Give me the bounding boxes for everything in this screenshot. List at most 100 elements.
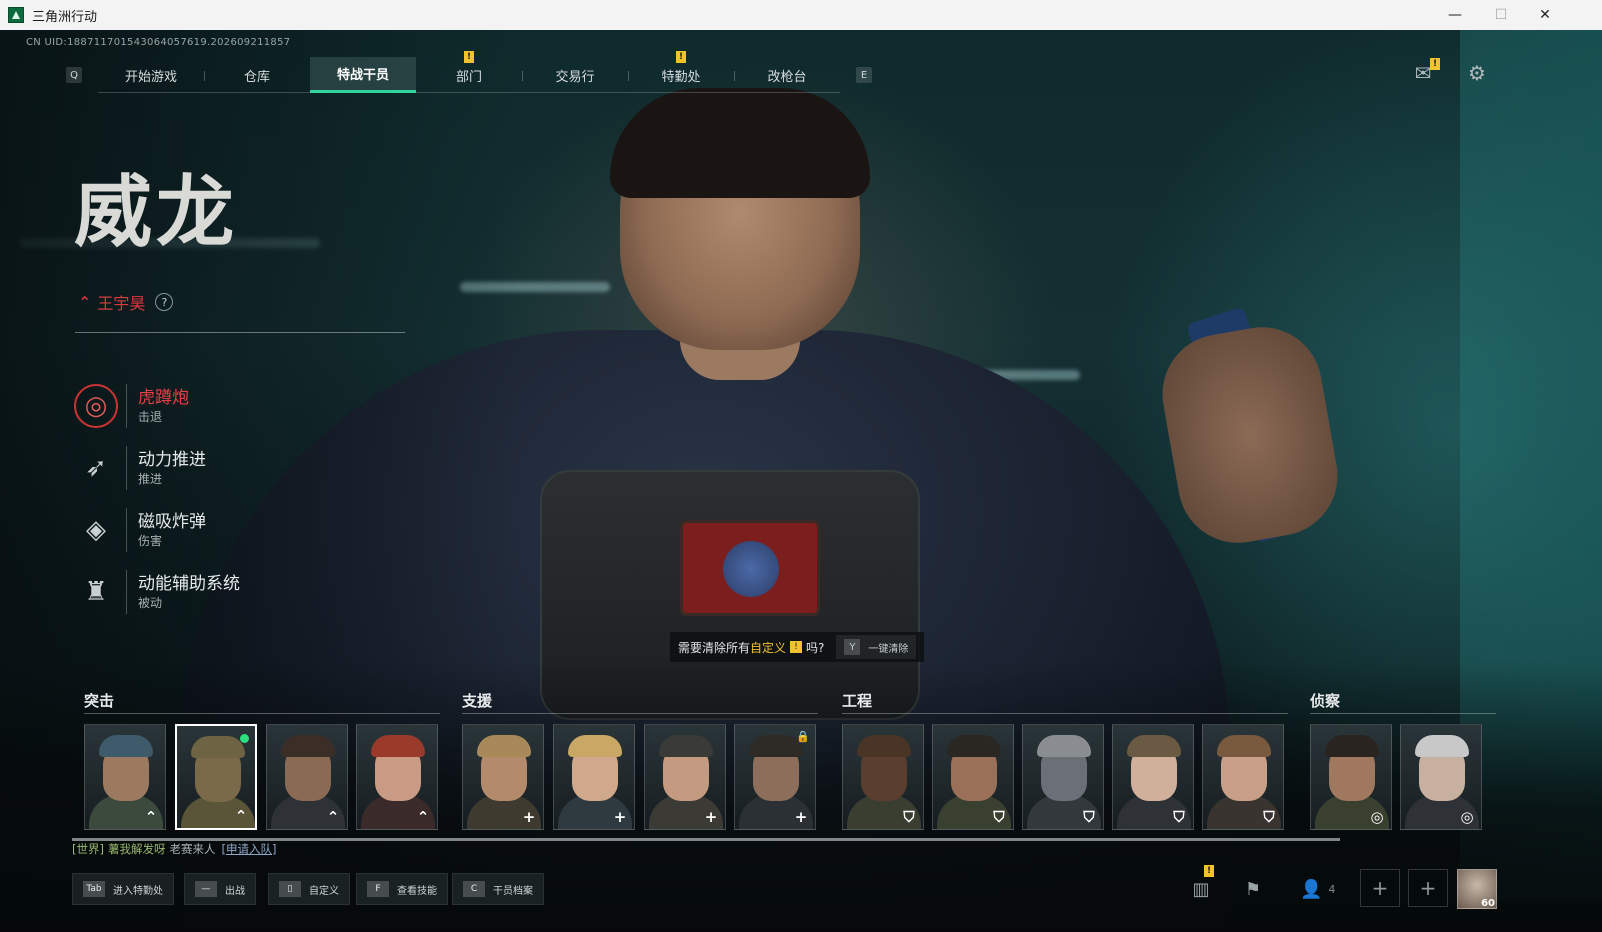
operator-card[interactable]: ⌃ (356, 724, 438, 830)
tab-label: 仓库 (243, 69, 270, 85)
tab-gunsmith[interactable]: 改枪台 (734, 57, 840, 93)
deploy-button[interactable]: — 出战 (184, 873, 256, 905)
key-hint: ▯ (279, 881, 301, 897)
operator-card[interactable]: ◎ (1310, 724, 1392, 830)
operator-card-selected[interactable]: ⌃ (175, 724, 257, 830)
window-title: 三角洲行动 (32, 9, 98, 25)
rank-chevron-icon: ⌃ (78, 292, 92, 312)
operator-card[interactable]: ◎ (1400, 724, 1482, 830)
bar-chart-icon: ▥ (1192, 878, 1210, 900)
portrait-hair (281, 735, 335, 757)
skill-divider (126, 384, 127, 428)
operator-card[interactable]: ⛉ (842, 724, 924, 830)
skill-mortar[interactable]: ◎ 虎蹲炮 击退 (74, 380, 189, 432)
button-label: 进入特勤处 (113, 885, 163, 897)
skill-text: 动力推进 推进 (138, 449, 206, 487)
maximize-button[interactable]: ☐ (1478, 0, 1524, 30)
chat-user[interactable]: 薯我解发呀 (108, 841, 166, 857)
join-squad-link[interactable]: [申请入队] (221, 841, 276, 857)
tab-department[interactable]: 部门! (416, 51, 522, 93)
player-avatar[interactable]: 60 (1457, 869, 1497, 909)
tab-warehouse[interactable]: 仓库 (204, 57, 310, 93)
view-skills-button[interactable]: F 查看技能 (356, 873, 448, 905)
mortar-icon: ◎ (74, 384, 118, 428)
tab-operators[interactable]: 特战干员 (310, 57, 416, 93)
category-line (84, 713, 440, 714)
operator-card[interactable]: ⌃ (266, 724, 348, 830)
operator-card[interactable]: ⛉ (932, 724, 1014, 830)
squad-slot-add[interactable]: + (1408, 869, 1448, 907)
key-hint: C (463, 881, 485, 897)
window-titlebar: 三角洲行动 — ☐ ✕ (0, 0, 1602, 30)
category-engineer: 工程 (842, 692, 873, 710)
skill-text: 虎蹲炮 击退 (138, 387, 189, 425)
category-support: 支援 (462, 692, 493, 710)
recon-role-icon: ◎ (1370, 808, 1384, 826)
operator-card[interactable]: ⛉ (1202, 724, 1284, 830)
world-chat: [世界] 薯我解发呀 老赛来人 [申请入队] (72, 841, 276, 857)
button-label: 出战 (225, 885, 245, 897)
lock-icon: 🔒 (796, 730, 810, 743)
key-hint: Y (844, 639, 861, 655)
prompt-text: 需要清除所有 (678, 640, 751, 655)
uid-label: CN UID:188711701543064057619.20260921185… (26, 37, 291, 48)
operator-card[interactable]: ⛉ (1022, 724, 1104, 830)
category-line (1310, 713, 1496, 714)
skill-text: 磁吸炸弹 伤害 (138, 511, 206, 549)
portrait-helmet (659, 735, 713, 757)
button-label: 查看技能 (397, 885, 437, 897)
engineer-role-icon: ⛉ (993, 808, 1005, 826)
tab-start-game[interactable]: 开始游戏 (98, 57, 204, 93)
skill-divider (126, 508, 127, 552)
enter-special-ops-button[interactable]: Tab 进入特勤处 (72, 873, 174, 905)
friends-icon: 👤 (1300, 878, 1323, 900)
info-divider (75, 332, 405, 333)
squad-slot-add[interactable]: + (1360, 869, 1400, 907)
portrait-head (857, 735, 911, 757)
notice-badge: ! (464, 51, 474, 63)
gear-icon: ⚙ (1468, 61, 1486, 85)
skill-exo[interactable]: ♜ 动能辅助系统 被动 (74, 566, 240, 618)
next-tab-key[interactable]: E (856, 67, 872, 83)
tab-label: 交易行 (555, 69, 595, 85)
operator-card[interactable]: + (644, 724, 726, 830)
minimize-button[interactable]: — (1432, 0, 1478, 30)
tab-label: 特勤处 (661, 69, 701, 85)
prompt-text: 吗? (806, 640, 825, 655)
portrait-hair (1127, 735, 1181, 757)
close-button[interactable]: ✕ (1522, 0, 1568, 30)
tab-special-ops[interactable]: 特勤处! (628, 51, 734, 93)
operator-card[interactable]: + (462, 724, 544, 830)
engineer-role-icon: ⛉ (1173, 808, 1185, 826)
tab-market[interactable]: 交易行 (522, 57, 628, 93)
settings-button[interactable]: ⚙ (1464, 60, 1490, 86)
skill-divider (126, 446, 127, 490)
key-hint: Tab (83, 881, 105, 897)
portrait-cap (99, 735, 153, 757)
tab-label: 改枪台 (767, 69, 807, 85)
mail-button[interactable]: ✉ ! (1410, 58, 1440, 86)
tab-label: 特战干员 (336, 68, 389, 83)
skill-bomb[interactable]: ◈ 磁吸炸弹 伤害 (74, 504, 206, 556)
engineer-role-icon: ⛉ (1263, 808, 1275, 826)
portrait-hair (1325, 735, 1379, 757)
operator-card-locked[interactable]: 🔒 + (734, 724, 816, 830)
stats-button[interactable]: ▥ ! (1184, 865, 1218, 905)
prompt-mark: ! (790, 641, 803, 653)
operator-card[interactable]: ⛉ (1112, 724, 1194, 830)
operator-card[interactable]: ⌃ (84, 724, 166, 830)
main-tabs: 开始游戏 仓库 特战干员 部门! 交易行 特勤处! 改枪台 (98, 51, 840, 93)
flag-button[interactable]: ⚑ (1236, 873, 1270, 905)
skill-dash[interactable]: ➶ 动力推进 推进 (74, 442, 206, 494)
support-role-icon: + (613, 808, 627, 826)
squad-count[interactable]: 👤 4 (1300, 873, 1335, 905)
assault-role-icon: ⌃ (326, 808, 340, 826)
operator-card[interactable]: + (553, 724, 635, 830)
operator-profile-button[interactable]: C 干员档案 (452, 873, 544, 905)
prev-tab-key[interactable]: Q (66, 67, 82, 83)
clear-all-button[interactable]: Y 一键清除 (836, 635, 917, 659)
portrait-hair (1217, 735, 1271, 757)
player-level: 60 (1481, 898, 1495, 909)
customize-button[interactable]: ▯ 自定义 (268, 873, 350, 905)
help-icon[interactable]: ? (155, 293, 174, 311)
